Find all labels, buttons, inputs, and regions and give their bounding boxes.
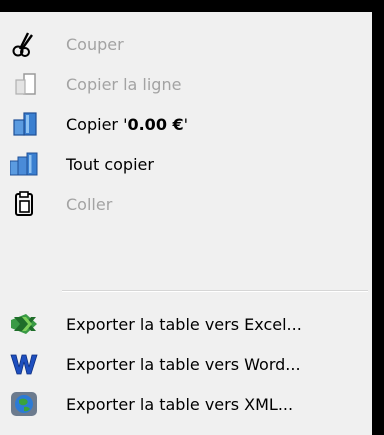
menu-item-label: Exporter la table vers Excel... [66,314,302,334]
menu-item-label: Exporter la table vers Word... [66,354,301,374]
menu-item-copy-all[interactable]: Tout copier [0,144,372,184]
window-top-strip [0,0,384,12]
xml-globe-icon [11,392,37,416]
menu-item-label: Exporter la table vers XML... [66,394,294,414]
menu-item-label: Tout copier [66,154,154,174]
context-menu: Couper Copier la ligne Copier '0.00 €' T… [0,12,372,435]
menu-item-label: Coller [66,194,113,214]
copy-value-icon [13,112,37,136]
menu-item-export-xml[interactable]: Exporter la table vers XML... [0,384,372,424]
menu-item-export-word[interactable]: Exporter la table vers Word... [0,344,372,384]
menu-item-label: Couper [66,34,124,54]
menu-item-paste[interactable]: Coller [0,184,372,224]
menu-item-export-excel[interactable]: Exporter la table vers Excel... [0,304,372,344]
paste-icon [15,191,33,216]
excel-icon [11,314,37,334]
menu-separator-highlight [62,291,368,292]
copy-line-icon [15,73,36,95]
menu-item-copy-line[interactable]: Copier la ligne [0,64,372,104]
copy-all-icon [10,152,38,176]
menu-item-label: Copier '0.00 €' [66,114,189,134]
menu-item-label: Copier la ligne [66,74,182,94]
menu-item-copy-value[interactable]: Copier '0.00 €' [0,104,372,144]
word-icon [10,354,38,375]
menu-item-cut[interactable]: Couper [0,24,372,64]
scissors-icon [12,32,33,57]
